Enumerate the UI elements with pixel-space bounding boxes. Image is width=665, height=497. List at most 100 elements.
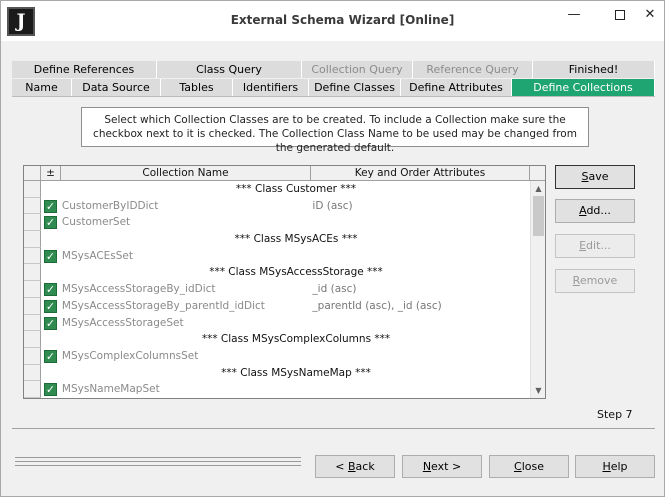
collection-name-cell[interactable]: MSysComplexColumnsSet (61, 348, 311, 365)
tab-data-source[interactable]: Data Source (72, 79, 161, 96)
tab-define-collections[interactable]: Define Collections (512, 79, 655, 96)
row-selector[interactable] (24, 247, 41, 265)
include-checkbox[interactable]: ✓ (43, 199, 57, 213)
include-checkbox[interactable]: ✓ (43, 216, 57, 230)
row-selector[interactable] (24, 297, 41, 315)
tabs-row-bottom: Name Data Source Tables Identifiers Defi… (12, 79, 655, 96)
row-check-cell (41, 331, 61, 348)
header-collection-name[interactable]: Collection Name (61, 166, 311, 181)
scroll-down-icon[interactable]: ▼ (531, 383, 545, 398)
header-key-order[interactable]: Key and Order Attributes (311, 166, 530, 181)
key-order-cell[interactable]: _id (asc) (310, 281, 529, 298)
instructions-box: Select which Collection Classes are to b… (81, 107, 589, 154)
class-group-label: *** Class MSysACEs *** (234, 233, 358, 246)
table-row[interactable]: ✓ CustomerByIDDict iD (asc) (24, 197, 529, 215)
row-selector[interactable] (24, 314, 41, 332)
row-check-cell (41, 264, 61, 281)
table-row[interactable]: ✓ MSysAccessStorageBy_parentId_idDict _par… (24, 297, 529, 315)
collections-grid[interactable]: ± Collection Name Key and Order Attribut… (23, 165, 546, 399)
collection-name-cell[interactable]: MSysAccessStorageBy_idDict (61, 281, 311, 298)
collection-name-cell[interactable]: MSysACEsSet (61, 248, 311, 265)
row-check-cell: ✓ (41, 315, 61, 332)
class-group-label: *** Class MSysComplexColumns *** (201, 333, 391, 346)
table-row[interactable]: ✓ MSysNameMapSet (24, 381, 529, 398)
class-group-row[interactable]: *** Class MSysComplexColumns *** (24, 331, 529, 348)
next-button[interactable]: Next > (402, 455, 482, 478)
key-order-cell[interactable] (310, 248, 529, 265)
tab-class-query[interactable]: Class Query (157, 61, 302, 78)
help-button[interactable]: Help (575, 455, 655, 478)
grid-scrollbar[interactable]: ▲ ▼ (530, 181, 545, 398)
row-selector[interactable] (24, 364, 41, 382)
tab-tables[interactable]: Tables (161, 79, 233, 96)
row-selector[interactable] (24, 281, 41, 298)
scroll-up-icon[interactable]: ▲ (531, 181, 545, 196)
key-order-cell[interactable]: _parentId (asc), _id (asc) (310, 298, 529, 315)
class-group-row[interactable]: *** Class Customer *** (24, 181, 529, 198)
class-group-row[interactable]: *** Class MSysACEs *** (24, 231, 529, 248)
row-selector[interactable] (24, 181, 41, 198)
remove-button[interactable]: Remove (555, 269, 635, 293)
tab-finished[interactable]: Finished! (533, 61, 655, 78)
tabs-row-top: Define References Class Query Collection… (12, 61, 655, 78)
class-group-row[interactable]: *** Class MSysAccessStorage *** (24, 264, 529, 282)
add-button[interactable]: Add... (555, 199, 635, 223)
tab-collection-query[interactable]: Collection Query (302, 61, 413, 78)
footer-separator (12, 428, 655, 429)
key-order-cell[interactable] (310, 381, 529, 398)
collection-name-cell[interactable]: MSysNameMapSet (61, 381, 311, 398)
header-expand-toggle[interactable]: ± (41, 166, 61, 181)
row-selector[interactable] (24, 214, 41, 232)
include-checkbox[interactable]: ✓ (43, 299, 57, 313)
row-selector[interactable] (24, 264, 41, 282)
row-check-cell (41, 231, 61, 248)
wizard-window: J External Schema Wizard [Online] — ✕ De… (0, 0, 665, 497)
tab-define-attributes[interactable]: Define Attributes (401, 79, 512, 96)
collection-name-cell[interactable]: CustomerSet (61, 214, 311, 231)
collection-name-cell[interactable]: CustomerByIDDict (61, 198, 311, 215)
row-selector[interactable] (24, 197, 41, 215)
tab-define-classes[interactable]: Define Classes (309, 79, 401, 96)
key-order-cell[interactable] (310, 348, 529, 365)
row-selector[interactable] (24, 231, 41, 248)
row-check-cell: ✓ (41, 348, 61, 365)
close-button[interactable]: Close (489, 455, 569, 478)
key-order-cell[interactable] (310, 315, 529, 332)
row-check-cell: ✓ (41, 281, 61, 298)
row-selector[interactable] (24, 331, 41, 348)
table-row[interactable]: ✓ MSysAccessStorageBy_idDict _id (asc) (24, 281, 529, 298)
include-checkbox[interactable]: ✓ (43, 283, 57, 297)
include-checkbox[interactable]: ✓ (43, 249, 57, 263)
close-window-button[interactable]: ✕ (635, 1, 665, 31)
grid-body: *** Class Customer *** ✓ CustomerByIDDict i… (24, 181, 529, 398)
include-checkbox[interactable]: ✓ (43, 316, 57, 330)
table-row[interactable]: ✓ MSysComplexColumnsSet (24, 347, 529, 365)
tab-panel-divider (12, 96, 655, 97)
save-button[interactable]: Save (555, 165, 635, 189)
row-check-cell: ✓ (41, 381, 61, 398)
edit-button[interactable]: Edit... (555, 234, 635, 258)
table-row[interactable]: ✓ MSysAccessStorageSet (24, 314, 529, 332)
row-selector[interactable] (24, 347, 41, 365)
row-selector[interactable] (24, 381, 41, 398)
minimize-button[interactable]: — (551, 1, 597, 31)
grid-header: ± Collection Name Key and Order Attribut… (24, 166, 545, 181)
row-check-cell: ✓ (41, 198, 61, 215)
tab-reference-query[interactable]: Reference Query (413, 61, 533, 78)
table-row[interactable]: ✓ CustomerSet (24, 214, 529, 232)
tab-name[interactable]: Name (12, 79, 72, 96)
row-check-cell (41, 181, 61, 198)
tab-define-references[interactable]: Define References (12, 61, 157, 78)
decorative-lines (15, 457, 301, 469)
include-checkbox[interactable]: ✓ (43, 349, 57, 363)
include-checkbox[interactable]: ✓ (43, 383, 57, 397)
key-order-cell[interactable]: iD (asc) (310, 198, 529, 215)
tab-identifiers[interactable]: Identifiers (233, 79, 309, 96)
collection-name-cell[interactable]: MSysAccessStorageBy_parentId_idDict (61, 298, 311, 315)
class-group-row[interactable]: *** Class MSysNameMap *** (24, 364, 529, 382)
scroll-thumb[interactable] (533, 196, 544, 236)
back-button[interactable]: < Back (315, 455, 395, 478)
key-order-cell[interactable] (310, 214, 529, 231)
collection-name-cell[interactable]: MSysAccessStorageSet (61, 315, 311, 332)
table-row[interactable]: ✓ MSysACEsSet (24, 247, 529, 265)
